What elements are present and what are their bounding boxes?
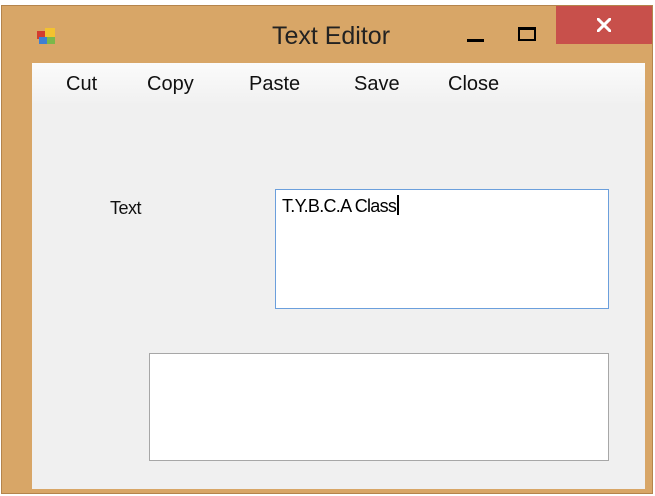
maximize-icon xyxy=(518,27,536,41)
minimize-icon xyxy=(467,39,484,42)
text-label: Text xyxy=(110,198,142,218)
output-textbox[interactable] xyxy=(149,353,609,461)
text-input[interactable]: T.Y.B.C.A Class xyxy=(275,189,609,309)
maximize-button[interactable] xyxy=(510,20,544,50)
menu-bar: Cut Copy Paste Save Close xyxy=(32,63,645,103)
title-bar[interactable]: Text Editor xyxy=(2,6,652,63)
client-area: Cut Copy Paste Save Close Text T.Y.B.C.A… xyxy=(32,63,645,489)
close-icon xyxy=(597,18,611,32)
close-button[interactable] xyxy=(556,6,652,44)
menu-item-copy[interactable]: Copy xyxy=(147,73,194,96)
minimize-button[interactable] xyxy=(459,20,493,50)
menu-item-cut[interactable]: Cut xyxy=(66,73,97,96)
menu-item-close[interactable]: Close xyxy=(448,73,499,96)
text-input-value: T.Y.B.C.A Class xyxy=(282,196,397,216)
menu-item-save[interactable]: Save xyxy=(354,73,400,96)
text-editor-window: Text Editor Cut Copy Paste Save Close Te… xyxy=(1,5,653,494)
window-title: Text Editor xyxy=(271,22,391,50)
menu-item-paste[interactable]: Paste xyxy=(249,73,300,96)
text-caret xyxy=(397,195,400,215)
